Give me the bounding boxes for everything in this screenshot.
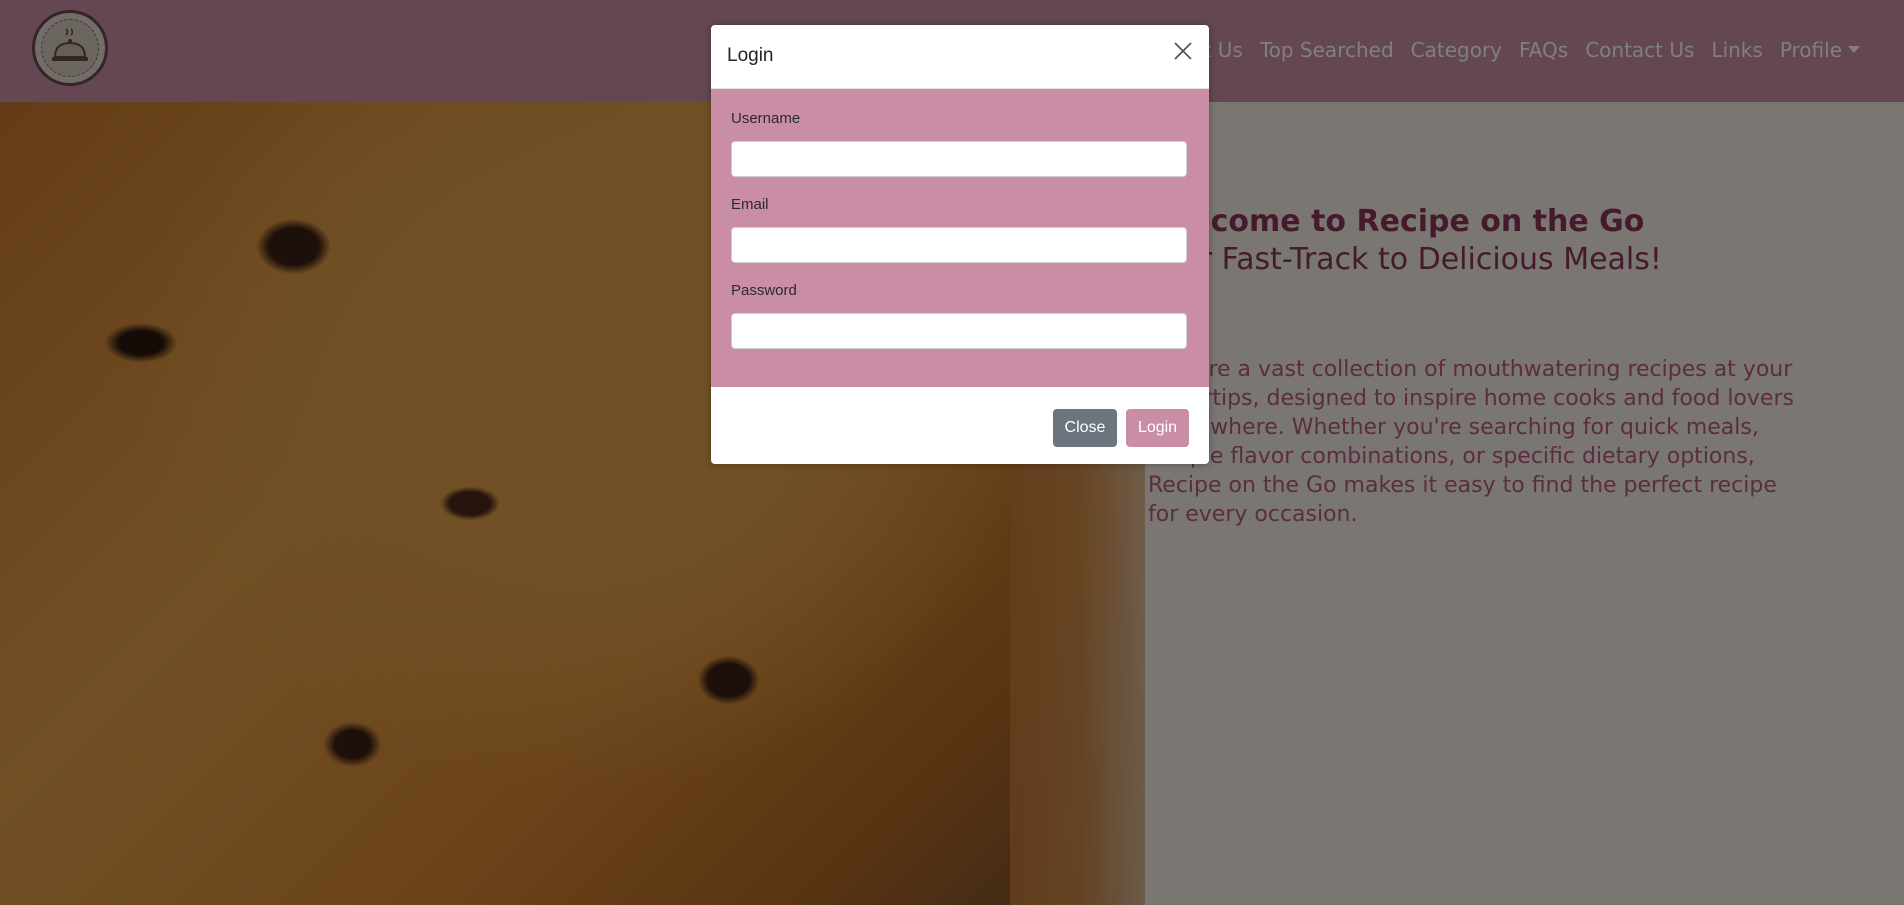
email-label: Email	[731, 196, 769, 213]
login-button[interactable]: Login	[1126, 409, 1189, 447]
modal-header: Login	[711, 25, 1209, 89]
login-modal: Login Username Email Password Close Logi…	[711, 25, 1209, 464]
modal-footer: Close Login	[711, 387, 1209, 464]
modal-body: Username Email Password	[711, 89, 1209, 387]
username-input[interactable]	[731, 141, 1187, 177]
password-input[interactable]	[731, 313, 1187, 349]
close-icon[interactable]	[1171, 39, 1195, 63]
modal-title: Login	[727, 45, 774, 66]
password-label: Password	[731, 282, 797, 299]
close-button[interactable]: Close	[1053, 409, 1117, 447]
username-label: Username	[731, 110, 801, 127]
email-input[interactable]	[731, 227, 1187, 263]
